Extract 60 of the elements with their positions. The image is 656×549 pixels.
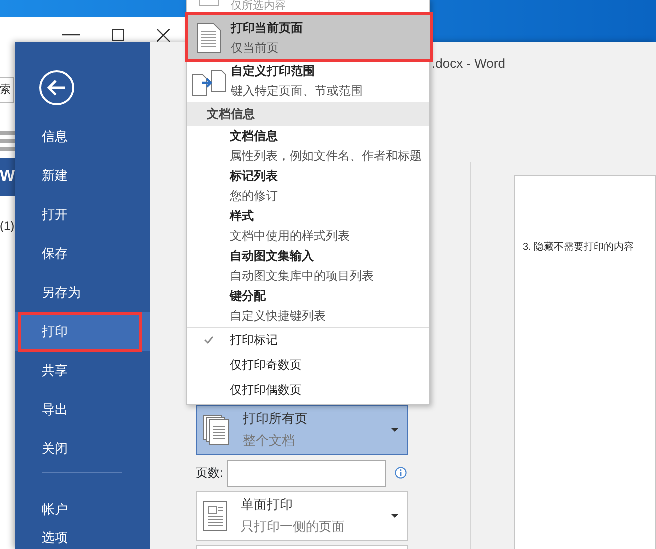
field-label: 页数: — [196, 465, 224, 482]
menu-item-title: 文档信息 — [230, 128, 279, 145]
section-header: 文档信息 — [187, 102, 429, 126]
menu-item-subtitle: 属性列表，例如文件名、作者和标题 — [230, 148, 423, 165]
file-label: (1) — [0, 218, 15, 235]
sidebar-item[interactable]: 打开 — [15, 195, 150, 234]
menu-item-subtitle: 文档中使用的样式列表 — [230, 228, 351, 245]
search-field[interactable]: 索 — [0, 77, 14, 103]
menu-item[interactable]: 自动图文集输入 自动图文集库中的项目列表 — [187, 246, 429, 286]
dropdown-title: 单面打印 — [241, 496, 294, 514]
menu-item-title: 样式 — [230, 208, 255, 225]
dropdown-subtitle: 整个文档 — [243, 432, 296, 450]
menu-item-label: 仅打印偶数页 — [230, 382, 302, 398]
single-page-icon — [203, 501, 227, 531]
menu-item-title: 键分配 — [230, 288, 267, 305]
menu-item[interactable]: 仅打印奇数页 — [187, 352, 429, 377]
menu-item-title: 自动图文集输入 — [230, 248, 315, 265]
menu-item-subtitle: 仅当前页 — [231, 40, 280, 57]
menu-item-label: 打印标记 — [230, 332, 278, 349]
maximize-icon[interactable] — [112, 29, 124, 41]
menu-item[interactable]: 仅打印偶数页 — [187, 377, 429, 402]
dropdown-title: 打印所有页 — [243, 410, 309, 428]
print-dropdown[interactable]: 单面打印 只打印一侧的页面 — [196, 491, 408, 541]
sidebar-item[interactable]: 另存为 — [15, 273, 150, 312]
menu-item[interactable]: 标记列表 您的修订 — [187, 166, 429, 206]
menu-item[interactable]: 键分配 自定义快捷键列表 — [187, 286, 429, 326]
close-icon[interactable] — [157, 29, 170, 42]
menu-item[interactable]: 文档信息 属性列表，例如文件名、作者和标题 — [187, 126, 429, 166]
caret-icon — [391, 514, 399, 518]
sidebar-item[interactable]: 信息 — [15, 117, 150, 156]
pages-field[interactable] — [227, 460, 386, 486]
sidebar-item[interactable]: 共享 — [15, 351, 150, 390]
dropdown-subtitle: 只打印一侧的页面 — [241, 518, 346, 536]
menu-item-title: 标记列表 — [230, 168, 279, 185]
menu-item-subtitle: 自动图文集库中的项目列表 — [230, 268, 375, 285]
page-text: 3. 隐藏不需要打印的内容 — [523, 240, 634, 255]
menu-item[interactable]: 打印标记 — [187, 327, 429, 352]
menu-item-subtitle: 自定义快捷键列表 — [230, 308, 327, 325]
menu-item-subtitle: 仅所选内容 — [231, 0, 286, 13]
app-logo: W — [0, 158, 15, 196]
page-icon — [197, 23, 221, 53]
menu-item[interactable]: 自定义打印范围 键入特定页面、节或范围 — [187, 62, 429, 100]
sidebar-item[interactable]: 保存 — [15, 234, 150, 273]
window-title: .docx - Word — [432, 56, 506, 71]
print-dropdown[interactable]: 打印所有页 整个文档 — [196, 405, 408, 455]
menu-item-subtitle: 您的修订 — [230, 188, 279, 205]
menu-item-title: 打印当前页面 — [231, 20, 303, 37]
menu-item[interactable]: 打印当前页面 仅当前页 — [187, 14, 429, 62]
menu-item-title: 自定义打印范围 — [231, 63, 316, 80]
pages-stack-icon — [203, 415, 229, 445]
menu-item-subtitle: 键入特定页面、节或范围 — [231, 83, 363, 100]
sidebar-item[interactable]: 新建 — [15, 156, 150, 195]
info-icon — [395, 467, 408, 479]
sidebar-item[interactable]: 选项 — [15, 529, 150, 549]
caret-icon — [391, 428, 399, 432]
sidebar-item[interactable]: 导出 — [15, 390, 150, 429]
menu-item[interactable]: 样式 文档中使用的样式列表 — [187, 206, 429, 246]
sidebar-item[interactable]: 关闭 — [15, 429, 150, 468]
sidebar-item[interactable]: 帐户 — [15, 490, 150, 529]
menu-item-label: 仅打印奇数页 — [230, 356, 302, 374]
